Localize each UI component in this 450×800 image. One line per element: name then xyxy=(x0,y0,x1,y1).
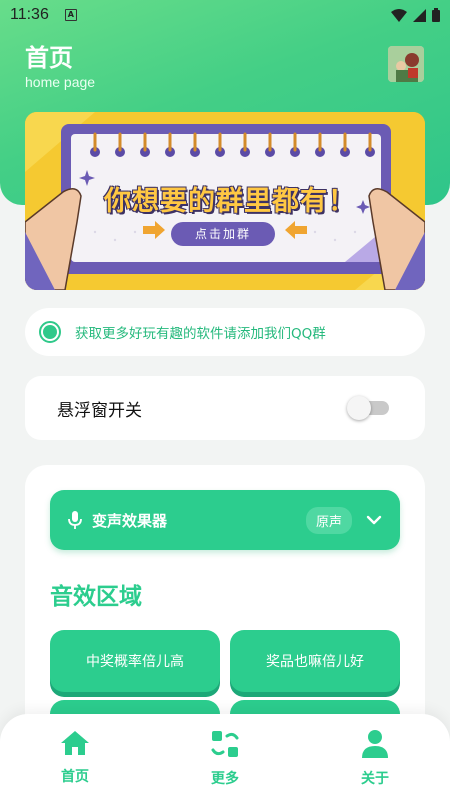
wifi-icon xyxy=(391,8,407,22)
avatar[interactable] xyxy=(388,46,424,82)
notice-bar[interactable]: 获取更多好玩有趣的软件请添加我们QQ群 xyxy=(25,308,425,356)
effect-button[interactable]: 中奖概率倍儿高 xyxy=(50,630,220,692)
battery-icon xyxy=(432,8,440,22)
status-icons xyxy=(391,8,440,22)
nav-label-home: 首页 xyxy=(61,769,89,785)
home-icon xyxy=(61,731,89,755)
nav-label-about: 关于 xyxy=(361,771,389,787)
voice-changer-dropdown[interactable]: 变声效果器 原声 xyxy=(50,490,400,550)
join-group-button[interactable]: 点击加群 xyxy=(171,222,275,246)
status-bar: 11:36 A xyxy=(0,0,450,30)
notice-text: 获取更多好玩有趣的软件请添加我们QQ群 xyxy=(75,326,326,342)
notice-dot-icon xyxy=(39,321,61,343)
voice-mode-chip[interactable]: 原声 xyxy=(305,506,352,534)
microphone-icon xyxy=(68,511,82,529)
section-title: 音效区域 xyxy=(50,584,142,610)
float-window-card: 悬浮窗开关 xyxy=(25,376,425,440)
float-window-label: 悬浮窗开关 xyxy=(57,400,142,421)
nav-label-more: 更多 xyxy=(211,771,239,787)
banner-headline: 你想要的群里都有！ xyxy=(104,186,356,217)
voice-changer-label: 变声效果器 xyxy=(92,511,168,530)
person-icon xyxy=(362,730,388,758)
status-time: 11:36 xyxy=(10,6,49,23)
chevron-down-icon[interactable] xyxy=(366,515,382,525)
page-title: 首页 xyxy=(25,44,73,72)
nav-item-home[interactable]: 首页 xyxy=(0,714,150,800)
bottom-navigation: 首页 更多 关于 xyxy=(0,714,450,800)
join-group-banner[interactable]: 你想要的群里都有！ 点击加群 xyxy=(25,112,425,290)
page-subtitle: home page xyxy=(25,74,96,90)
nav-item-more[interactable]: 更多 xyxy=(150,714,300,800)
apps-icon xyxy=(211,731,239,757)
notification-a-icon: A xyxy=(64,9,77,21)
nav-item-about[interactable]: 关于 xyxy=(300,714,450,800)
signal-icon xyxy=(413,8,426,22)
float-window-toggle[interactable] xyxy=(347,396,389,420)
effect-button[interactable]: 奖品也嘛倍儿好 xyxy=(230,630,400,692)
